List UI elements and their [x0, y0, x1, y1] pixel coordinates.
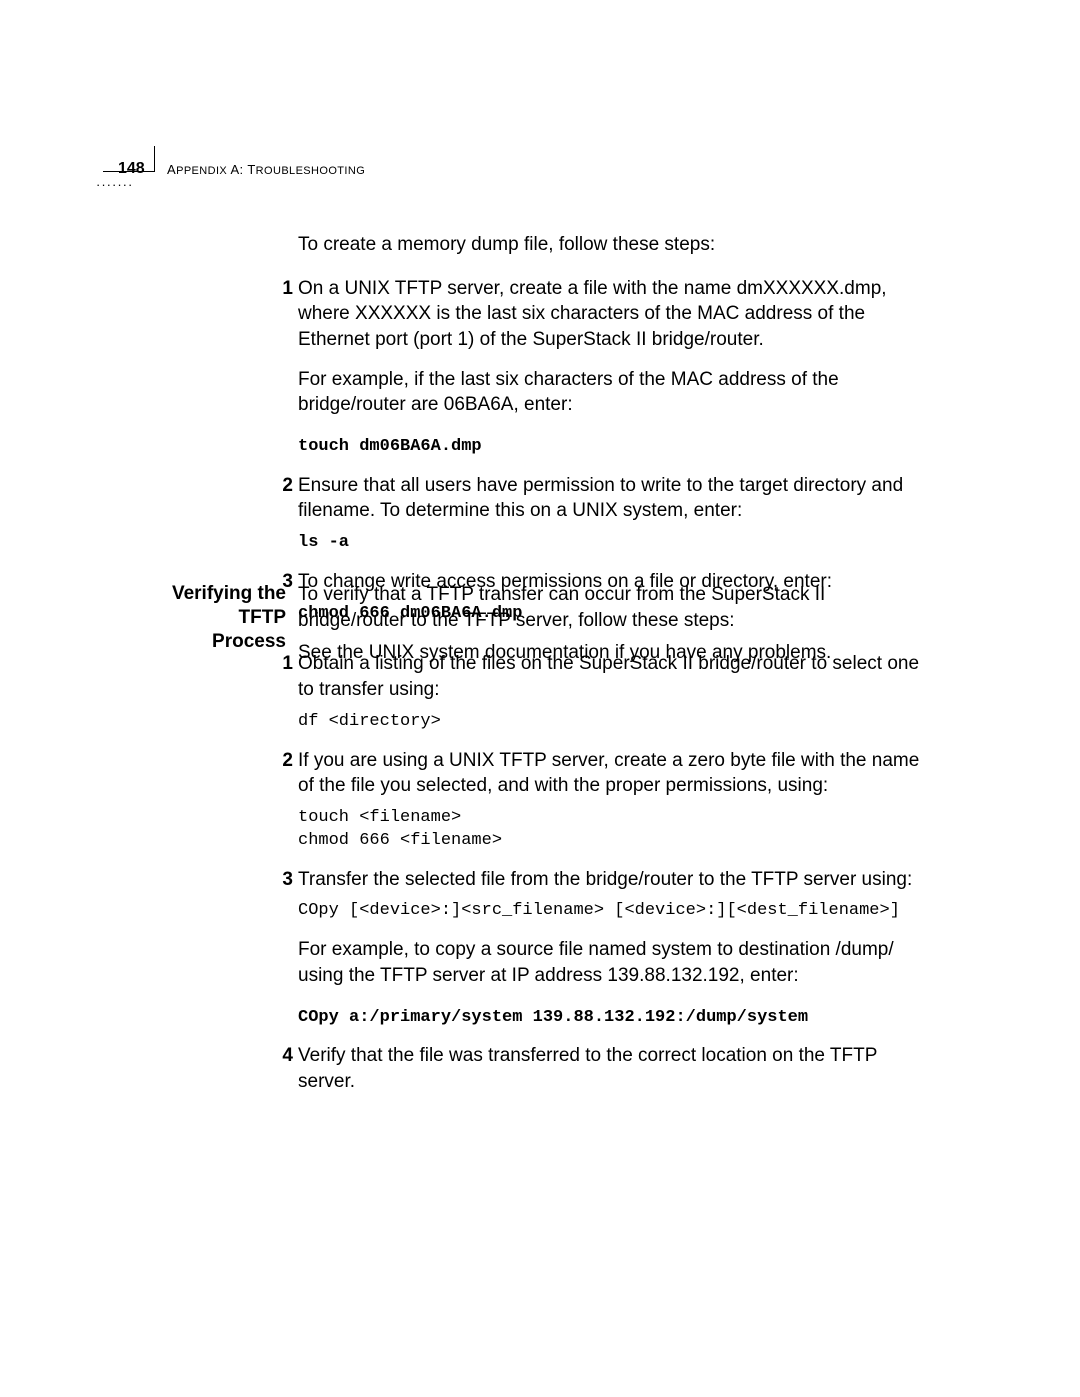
header-text: A	[167, 162, 176, 177]
code-block: touch dm06BA6A.dmp	[298, 436, 933, 459]
code-block: ls -a	[298, 532, 933, 555]
heading-line: Process	[139, 630, 286, 654]
header-text: PPENDIX	[176, 165, 227, 177]
step-after-text: For example, to copy a source file named…	[298, 937, 933, 988]
decorative-dots: ·······	[96, 176, 133, 194]
running-header: APPENDIX A: TROUBLESHOOTING	[167, 161, 365, 179]
section-body: To verify that a TFTP transfer can occur…	[298, 582, 933, 1095]
step-2: 2 If you are using a UNIX TFTP server, c…	[298, 748, 933, 853]
heading-line: Verifying the TFTP	[139, 582, 286, 630]
step-text: On a UNIX TFTP server, create a file wit…	[298, 276, 933, 353]
page: 148 APPENDIX A: TROUBLESHOOTING ······· …	[0, 0, 1080, 1397]
step-1: 1 Obtain a listing of the files on the S…	[298, 651, 933, 733]
section-verifying-tftp: Verifying the TFTP Process To verify tha…	[139, 582, 934, 1109]
step-4: 4 Verify that the file was transferred t…	[298, 1043, 933, 1094]
intro-text: To create a memory dump file, follow the…	[298, 232, 933, 258]
step-after-text: For example, if the last six characters …	[298, 367, 933, 418]
header-text: A: T	[227, 162, 256, 177]
section-heading: Verifying the TFTP Process	[139, 582, 286, 653]
code-block: touch <filename> chmod 666 <filename>	[298, 807, 933, 853]
step-text: Obtain a listing of the files on the Sup…	[298, 651, 933, 702]
step-number: 3	[273, 867, 293, 893]
code-block: COpy [<device>:]<src_filename> [<device>…	[298, 900, 933, 923]
code-block: df <directory>	[298, 711, 933, 734]
step-number: 1	[273, 276, 293, 302]
step-text: Verify that the file was transferred to …	[298, 1043, 933, 1094]
step-number: 4	[273, 1043, 293, 1069]
step-text: Transfer the selected file from the brid…	[298, 867, 933, 893]
step-number: 2	[273, 748, 293, 774]
step-1: 1 On a UNIX TFTP server, create a file w…	[298, 276, 933, 459]
header-text: ROUBLESHOOTING	[256, 165, 366, 177]
step-text: If you are using a UNIX TFTP server, cre…	[298, 748, 933, 799]
step-number: 2	[273, 473, 293, 499]
step-2: 2 Ensure that all users have permission …	[298, 473, 933, 555]
step-number: 1	[273, 651, 293, 677]
code-block: COpy a:/primary/system 139.88.132.192:/d…	[298, 1007, 933, 1030]
step-text: Ensure that all users have permission to…	[298, 473, 933, 524]
intro-text: To verify that a TFTP transfer can occur…	[298, 582, 933, 633]
step-3: 3 Transfer the selected file from the br…	[298, 867, 933, 1030]
